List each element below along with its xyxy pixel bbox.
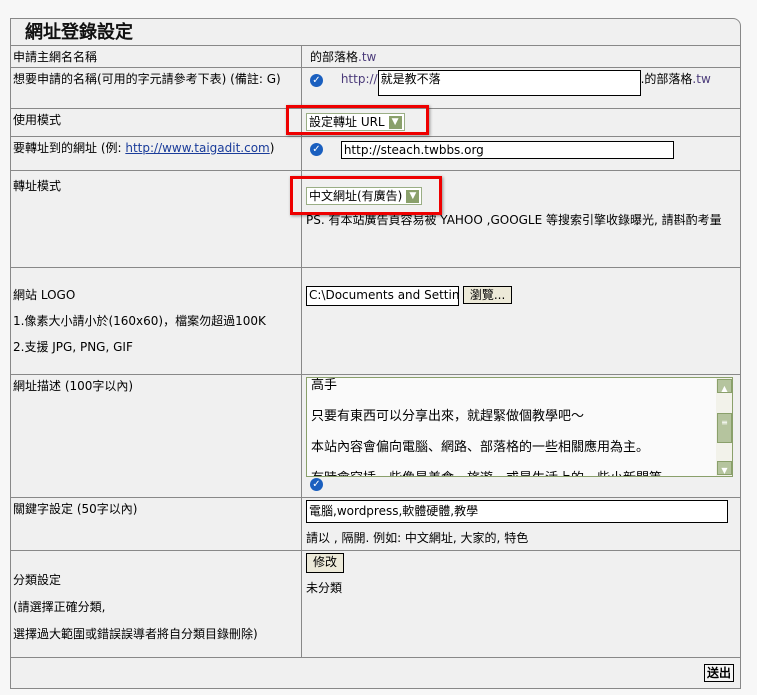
scroll-down-icon[interactable]: ▼	[717, 461, 732, 475]
label: 想要申請的名稱(可用的字元請參考下表) (備註: G)	[11, 68, 302, 108]
label: 使用模式	[11, 109, 302, 136]
line: 高手	[311, 378, 338, 393]
row-category: 分類設定 (請選擇正確分類, 選擇過大範圍或錯誤誤導者將自分類目錄刪除) 修改 未分…	[11, 551, 740, 658]
submit-row: 送出	[11, 658, 740, 688]
name-input[interactable]: 就是教不落	[377, 70, 641, 96]
label: 轉址模式	[11, 171, 302, 267]
category-value: 未分類	[306, 581, 343, 595]
line: 只要有東西可以分享出來，就趕緊做個教學吧～	[311, 409, 585, 424]
keywords-input[interactable]: 電腦,wordpress,軟體硬體,教學	[306, 500, 728, 523]
label: 網址描述 (100字以內)	[11, 375, 302, 497]
check-icon: ✓	[310, 74, 323, 87]
main-domain: 的部落格	[310, 50, 359, 64]
row-main-domain: 申請主網名名稱 的部落格.tw	[11, 46, 740, 68]
target-url-input[interactable]: http://steach.twbbs.org	[340, 141, 674, 159]
row-logo: 網站 LOGO 1.像素大小請小於(160x60)，檔案勿超過100K 2.支援 J…	[11, 268, 740, 375]
check-icon: ✓	[310, 143, 323, 156]
edit-category-button[interactable]: 修改	[306, 553, 345, 573]
row-description: 網址描述 (100字以內) 高手只要有東西可以分享出來，就趕緊做個教學吧～ 本站內…	[11, 375, 740, 498]
scroll-up-icon[interactable]: ▲	[717, 379, 732, 393]
scroll-thumb[interactable]: ≡	[717, 413, 732, 443]
logo-file-input[interactable]: C:\Documents and Setting	[306, 286, 459, 306]
keywords-hint: 請以 , 隔開. 例如: 中文網址, 大家的, 特色	[306, 531, 529, 545]
browse-button[interactable]: 瀏覽...	[462, 286, 513, 304]
line: 本站內容會偏向電腦、網路、部落格的一些相關應用為主。	[311, 440, 650, 455]
rule: 1.像素大小請小於(160x60)，檔案勿超過100K	[13, 314, 266, 328]
highlight-box	[290, 176, 442, 215]
scrollbar[interactable]: ▲ ≡ ▼	[716, 378, 732, 476]
suffix: .的部落格	[640, 72, 693, 86]
line: 有時會穿插一些像是美食、旅遊、或是生活上的一些小新聞等	[311, 463, 712, 476]
label-end: )	[269, 141, 275, 155]
page-title: 網址登錄設定	[11, 19, 740, 46]
label: 申請主網名名稱	[11, 46, 302, 67]
note: 選擇過大範圍或錯誤誤導者將自分類目錄刪除)	[13, 627, 258, 641]
row-keywords: 關鍵字設定 (50字以內) 電腦,wordpress,軟體硬體,教學 請以 , …	[11, 498, 740, 551]
registration-form: 網址登錄設定 申請主網名名稱 的部落格.tw 想要申請的名稱(可用的字元請參考下…	[10, 18, 741, 689]
row-target: 要轉址到的網址 (例: http://www.taigadit.com) ✓ h…	[11, 137, 740, 171]
example-link[interactable]: http://www.taigadit.com	[125, 141, 269, 155]
tld: .tw	[692, 72, 711, 86]
row-name: 想要申請的名稱(可用的字元請參考下表) (備註: G) ✓ http://就是教…	[11, 68, 740, 109]
label: 關鍵字設定 (50字以內)	[11, 498, 302, 550]
label: 要轉址到的網址 (例:	[13, 141, 126, 155]
label: 網站 LOGO	[13, 288, 76, 302]
tld: .tw	[358, 50, 377, 64]
highlight-box	[286, 105, 429, 135]
description-textarea[interactable]: 高手只要有東西可以分享出來，就趕緊做個教學吧～ 本站內容會偏向電腦、網路、部落格的…	[306, 377, 733, 477]
row-mode: 使用模式 設定轉址 URL ▼	[11, 105, 740, 137]
check-icon: ✓	[310, 478, 323, 491]
note: (請選擇正確分類,	[13, 600, 106, 614]
label: 分類設定	[13, 573, 62, 587]
submit-button[interactable]: 送出	[703, 664, 734, 682]
row-redirect: 轉址模式 中文網址(有廣告) ▼ PS. 有本站廣告頁容易被 YAHOO ,GOO…	[11, 171, 740, 268]
rule: 2.支援 JPG, PNG, GIF	[13, 340, 133, 354]
prefix: http://	[340, 72, 378, 86]
